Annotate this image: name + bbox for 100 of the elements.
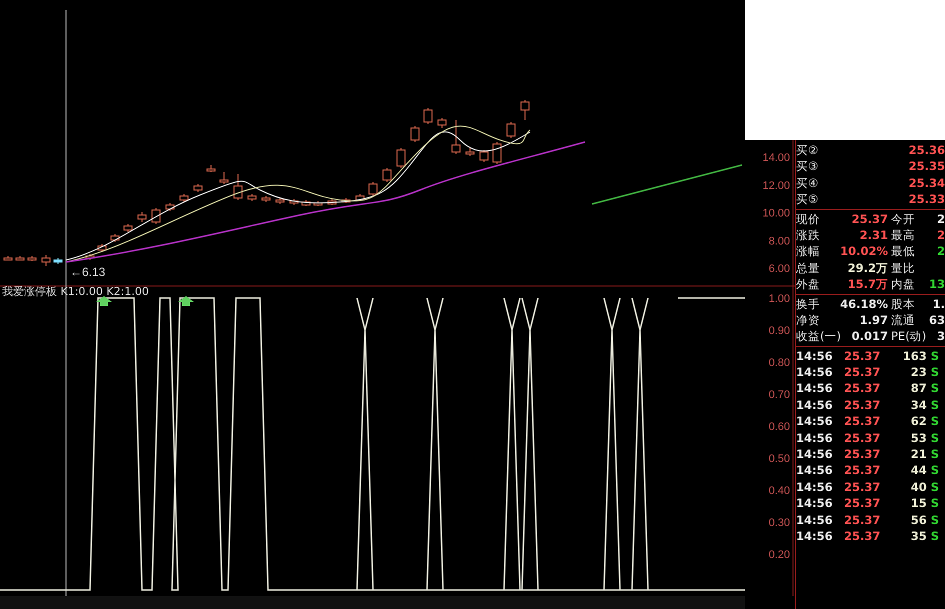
axis-label: 8.00	[768, 235, 790, 248]
stat-label: 涨幅	[796, 243, 820, 260]
bid-label: 买⑤	[796, 191, 818, 208]
trade-volume: 35	[910, 528, 927, 544]
bid-price: 25.35	[908, 158, 945, 175]
stat-label: 收益(一)	[796, 328, 841, 345]
stat-label: 总量	[796, 260, 820, 276]
stat-label: 今开	[891, 210, 916, 227]
stat-value: 2.31	[860, 226, 888, 244]
trade-side: S	[930, 348, 939, 364]
candlestick	[248, 194, 256, 202]
trade-time: 14:56	[796, 512, 834, 528]
trade-price: 25.37	[844, 380, 882, 397]
stat-value: 1.97	[860, 312, 888, 328]
trade-price: 25.37	[844, 364, 882, 380]
axis-label: 0.50	[768, 453, 790, 465]
stat-value: 10.02%	[840, 243, 888, 260]
stat-value: 25.37	[852, 210, 888, 227]
candlestick	[382, 168, 392, 182]
axis-label: 1.00	[768, 293, 790, 305]
candlestick	[86, 254, 94, 260]
trade-volume: 34	[910, 396, 927, 414]
trade-side: S	[930, 364, 939, 380]
trade-volume: 56	[910, 512, 927, 528]
stat-label: 最低	[891, 243, 916, 260]
candlestick	[342, 198, 350, 204]
trade-side: S	[930, 396, 939, 414]
candlestick	[290, 198, 298, 206]
candlestick	[54, 258, 62, 264]
axis-label: 0.60	[768, 421, 790, 433]
stat-value: 3	[936, 328, 945, 345]
axis-label: 0.20	[768, 549, 790, 561]
trade-price: 25.37	[844, 413, 882, 430]
stat-label: 净资	[796, 312, 820, 328]
candlestick	[220, 172, 228, 184]
axis-label: 14.00	[762, 152, 790, 164]
stat-label: 换手	[796, 296, 820, 312]
candlestick	[396, 148, 406, 168]
bid-label: 买④	[796, 174, 818, 192]
trade-volume: 15	[910, 495, 927, 512]
trade-side: S	[930, 446, 939, 462]
trade-time: 14:56	[796, 495, 834, 512]
candlestick	[424, 108, 432, 124]
candlestick	[480, 150, 488, 162]
trade-price: 25.37	[844, 348, 882, 364]
trade-side: S	[930, 430, 939, 446]
stat-value: 46.18%	[840, 296, 888, 312]
candlestick	[452, 120, 460, 154]
candlestick	[206, 164, 216, 172]
candlestick	[492, 142, 502, 164]
candlestick	[180, 194, 188, 202]
axis-label: 10.00	[762, 208, 790, 220]
candlestick	[466, 148, 474, 156]
candlestick	[262, 196, 270, 202]
candlestick	[28, 256, 36, 262]
stat-label: 流通	[891, 312, 916, 328]
stat-value: 63	[928, 312, 945, 328]
candlestick	[166, 202, 174, 212]
candlestick	[4, 256, 12, 260]
candlestick	[506, 122, 516, 138]
stat-label: 内盘	[891, 276, 916, 293]
trade-side: S	[930, 413, 939, 430]
trade-side: S	[930, 495, 939, 512]
stat-label: 股本	[891, 296, 916, 312]
stat-label: 现价	[796, 210, 820, 227]
axis-label: 0.40	[768, 485, 790, 497]
trade-volume: 44	[910, 462, 927, 479]
trade-price: 25.37	[844, 512, 882, 528]
bid-label: 买③	[796, 158, 818, 175]
trade-volume: 53	[910, 430, 927, 446]
trade-side: S	[930, 528, 939, 544]
trade-time: 14:56	[796, 446, 834, 462]
stat-label: 外盘	[796, 276, 820, 293]
stat-value: 15.7万	[848, 276, 888, 293]
stat-label: 量比	[891, 260, 916, 276]
candlestick	[42, 254, 50, 266]
axis-label: 0.30	[768, 517, 790, 529]
candlestick	[356, 194, 364, 202]
candlestick	[110, 234, 120, 242]
candlestick	[302, 200, 310, 206]
bid-price: 25.34	[908, 174, 945, 192]
trade-side: S	[930, 478, 939, 496]
trade-volume: 21	[910, 446, 927, 462]
trade-price: 25.37	[844, 495, 882, 512]
stat-label: 最高	[891, 226, 916, 244]
trade-price: 25.37	[844, 528, 882, 544]
trade-side: S	[930, 380, 939, 397]
axis-label: 0.90	[768, 325, 790, 337]
trade-time: 14:56	[796, 478, 834, 496]
axis-label: 6.00	[768, 263, 790, 276]
trade-price: 25.37	[844, 446, 882, 462]
trade-time: 14:56	[796, 396, 834, 414]
stat-value: 0.017	[852, 328, 888, 345]
stat-value: 1.	[932, 296, 945, 312]
trade-price: 25.37	[844, 462, 882, 479]
stat-value: 13	[928, 276, 945, 293]
bid-label: 买②	[796, 142, 818, 158]
trade-volume: 87	[910, 380, 927, 397]
stat-value: 2	[936, 243, 945, 260]
stat-label: PE(动)	[891, 328, 928, 345]
